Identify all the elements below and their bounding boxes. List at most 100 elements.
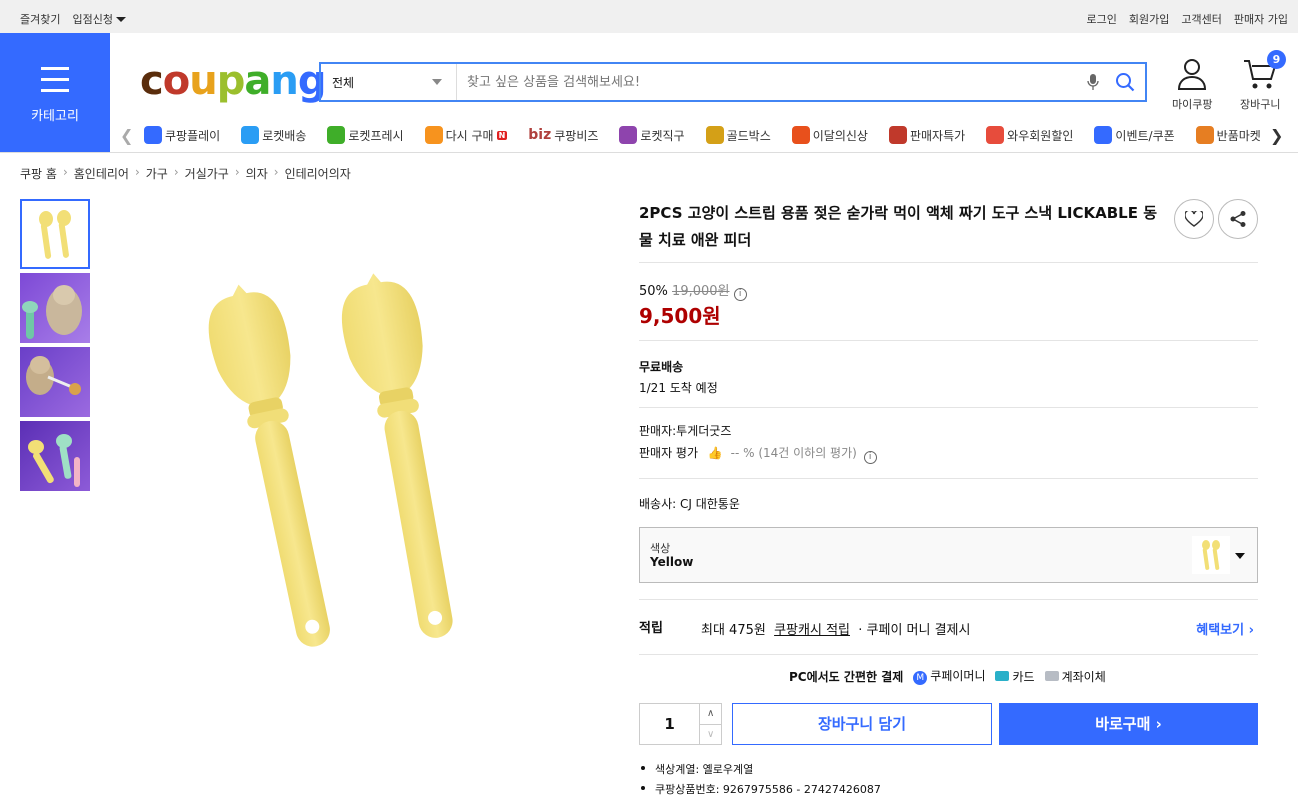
header-divider: [0, 152, 1298, 153]
quantity-down-icon[interactable]: ∨: [700, 724, 721, 745]
chevron-down-icon: [115, 17, 126, 22]
nav-item-7[interactable]: 이달의신상: [791, 126, 868, 144]
nav-item-11[interactable]: 반품마켓: [1195, 126, 1261, 144]
attribute-item: 색상계열: 옐로우계열: [639, 761, 881, 777]
nav-prev-arrow-icon[interactable]: ❮: [120, 126, 133, 145]
thumbnail-2[interactable]: [20, 273, 90, 343]
coupang-logo[interactable]: coupang: [140, 58, 326, 104]
nav-item-0[interactable]: 쿠팡플레이: [144, 126, 220, 144]
coupang-cash-link[interactable]: 쿠팡캐시 적립: [774, 623, 850, 638]
new-badge: N: [496, 130, 508, 140]
support-link[interactable]: 고객센터: [1181, 11, 1221, 27]
thumbs-up-icon: 👍: [707, 446, 723, 460]
nav-item-10[interactable]: 이벤트/쿠폰: [1094, 126, 1175, 144]
divider: [639, 599, 1258, 600]
product-title: 2PCS 고양이 스트립 용품 젖은 숟가락 먹이 액체 짜기 도구 스낵 LI…: [639, 204, 1158, 249]
wishlist-button[interactable]: [1174, 199, 1214, 239]
breadcrumb-separator-icon: ›: [273, 165, 279, 179]
percent-icon: [888, 126, 907, 144]
seller-signup-link[interactable]: 판매자 가입: [1234, 11, 1288, 27]
mycoupang-label: 마이쿠팡: [1172, 98, 1213, 111]
nav-item-label: 골드박스: [726, 128, 771, 143]
login-link[interactable]: 로그인: [1087, 11, 1117, 27]
share-icon: [1230, 211, 1246, 227]
breadcrumb-separator-icon: ›: [234, 165, 240, 179]
nav-item-3[interactable]: 다시 구매 N: [424, 126, 508, 144]
coupay-money: M 쿠페이머니: [913, 667, 985, 685]
option-label: 색상: [650, 542, 671, 555]
original-price: 19,000원: [672, 284, 730, 299]
search-category-select[interactable]: 전체: [321, 64, 457, 100]
sale-price: 9,500원: [639, 304, 721, 328]
nav-item-2[interactable]: 로켓프레시: [327, 126, 404, 144]
info-icon[interactable]: i: [733, 288, 747, 301]
quantity-value[interactable]: 1: [640, 704, 699, 744]
search-bar: 전체: [319, 62, 1147, 102]
quantity-up-icon[interactable]: ∧: [700, 704, 721, 724]
seller-name[interactable]: 판매자:투게더굿즈: [639, 422, 731, 439]
product-attributes: 색상계열: 옐로우계열 쿠팡상품번호: 9267975586 - 2742742…: [639, 761, 881, 801]
nav-item-1[interactable]: 로켓배송: [241, 126, 306, 144]
breadcrumb-item[interactable]: 쿠팡 홈: [20, 165, 57, 182]
thumbnail-4[interactable]: [20, 421, 90, 491]
reward-amount: 최대 475원: [701, 623, 766, 638]
buy-now-button[interactable]: 바로구매 ›: [999, 703, 1258, 745]
discount-rate: 50%: [639, 284, 668, 299]
mycoupang-button[interactable]: 마이쿠팡: [1172, 58, 1212, 112]
search-input[interactable]: [457, 64, 1081, 100]
microphone-icon[interactable]: [1081, 64, 1105, 100]
nav-item-9[interactable]: 와우회원할인: [986, 126, 1073, 144]
product-main-image: [180, 270, 530, 700]
wow-icon: [986, 126, 1005, 144]
breadcrumb-separator-icon: ›: [173, 165, 179, 179]
thumbnail-1[interactable]: [20, 199, 90, 269]
top-utility-bar: 즐겨찾기 입점신청 로그인 회원가입 고객센터 판매자 가입: [0, 0, 1298, 33]
nav-next-arrow-icon[interactable]: ❯: [1270, 126, 1283, 145]
bank-transfer: 계좌이체: [1044, 668, 1106, 685]
nav-item-6[interactable]: 골드박스: [705, 126, 771, 144]
thumbnail-3[interactable]: [20, 347, 90, 417]
breadcrumb-separator-icon: ›: [62, 165, 68, 179]
breadcrumb-item[interactable]: 가구: [146, 165, 168, 182]
goldbox-icon: [705, 126, 724, 144]
payment-methods: PC에서도 간편한 결제 M 쿠페이머니 카드 계좌이체: [789, 667, 1106, 685]
add-to-cart-button[interactable]: 장바구니 담기: [732, 703, 992, 745]
arrival-date: 1/21 도착 예정: [639, 381, 718, 395]
user-icon: [1178, 59, 1207, 90]
nav-item-5[interactable]: 로켓직구: [619, 126, 685, 144]
pay-title: PC에서도 간편한 결제: [789, 669, 904, 684]
play-icon: [144, 126, 162, 144]
biz-icon: biz: [528, 127, 552, 143]
divider: [639, 654, 1258, 655]
nav-item-label: 반품마켓: [1216, 128, 1261, 143]
breadcrumb-item[interactable]: 의자: [246, 165, 268, 182]
category-button[interactable]: 카테고리: [0, 33, 110, 152]
partner-link[interactable]: 입점신청: [72, 11, 126, 27]
breadcrumb-item[interactable]: 홈인테리어: [74, 165, 129, 182]
global-rocket-icon: [619, 126, 638, 144]
signup-link[interactable]: 회원가입: [1129, 11, 1169, 27]
nav-item-label: 쿠팡비즈: [554, 128, 599, 143]
nav-item-8[interactable]: 판매자특가: [888, 126, 965, 144]
breadcrumb-item[interactable]: 거실가구: [185, 165, 229, 182]
color-option-select[interactable]: 색상 Yellow: [639, 527, 1258, 583]
divider: [639, 262, 1258, 263]
share-button[interactable]: [1218, 199, 1258, 239]
benefit-link[interactable]: 혜택보기 ›: [1196, 619, 1254, 638]
coupon-icon: [1094, 126, 1113, 144]
cart-label: 장바구니: [1240, 98, 1281, 111]
shortcut-nav: ❮ 쿠팡플레이 로켓배송 로켓프레시 다시 구매 N biz 쿠팡비즈 로켓직구 골드박스 이달의…: [110, 117, 1298, 152]
quantity-stepper[interactable]: 1 ∧ ∨: [639, 703, 722, 745]
breadcrumb-item[interactable]: 인테리어의자: [285, 165, 351, 182]
cart-count-badge: 9: [1267, 50, 1286, 69]
nav-item-label: 로켓직구: [640, 128, 685, 143]
category-label: 카테고리: [31, 109, 79, 124]
menu-icon: [41, 67, 69, 100]
bookmark-link[interactable]: 즐겨찾기: [20, 11, 60, 27]
info-icon[interactable]: i: [863, 451, 877, 464]
seller-rating-value: -- % (14건 이하의 평가): [730, 446, 857, 460]
search-icon[interactable]: [1105, 64, 1145, 100]
rocket-icon: [241, 126, 260, 144]
breadcrumb: 쿠팡 홈 › 홈인테리어 › 가구 › 거실가구 › 의자 › 인테리어의자: [20, 165, 351, 182]
nav-item-4[interactable]: biz 쿠팡비즈: [528, 126, 598, 144]
